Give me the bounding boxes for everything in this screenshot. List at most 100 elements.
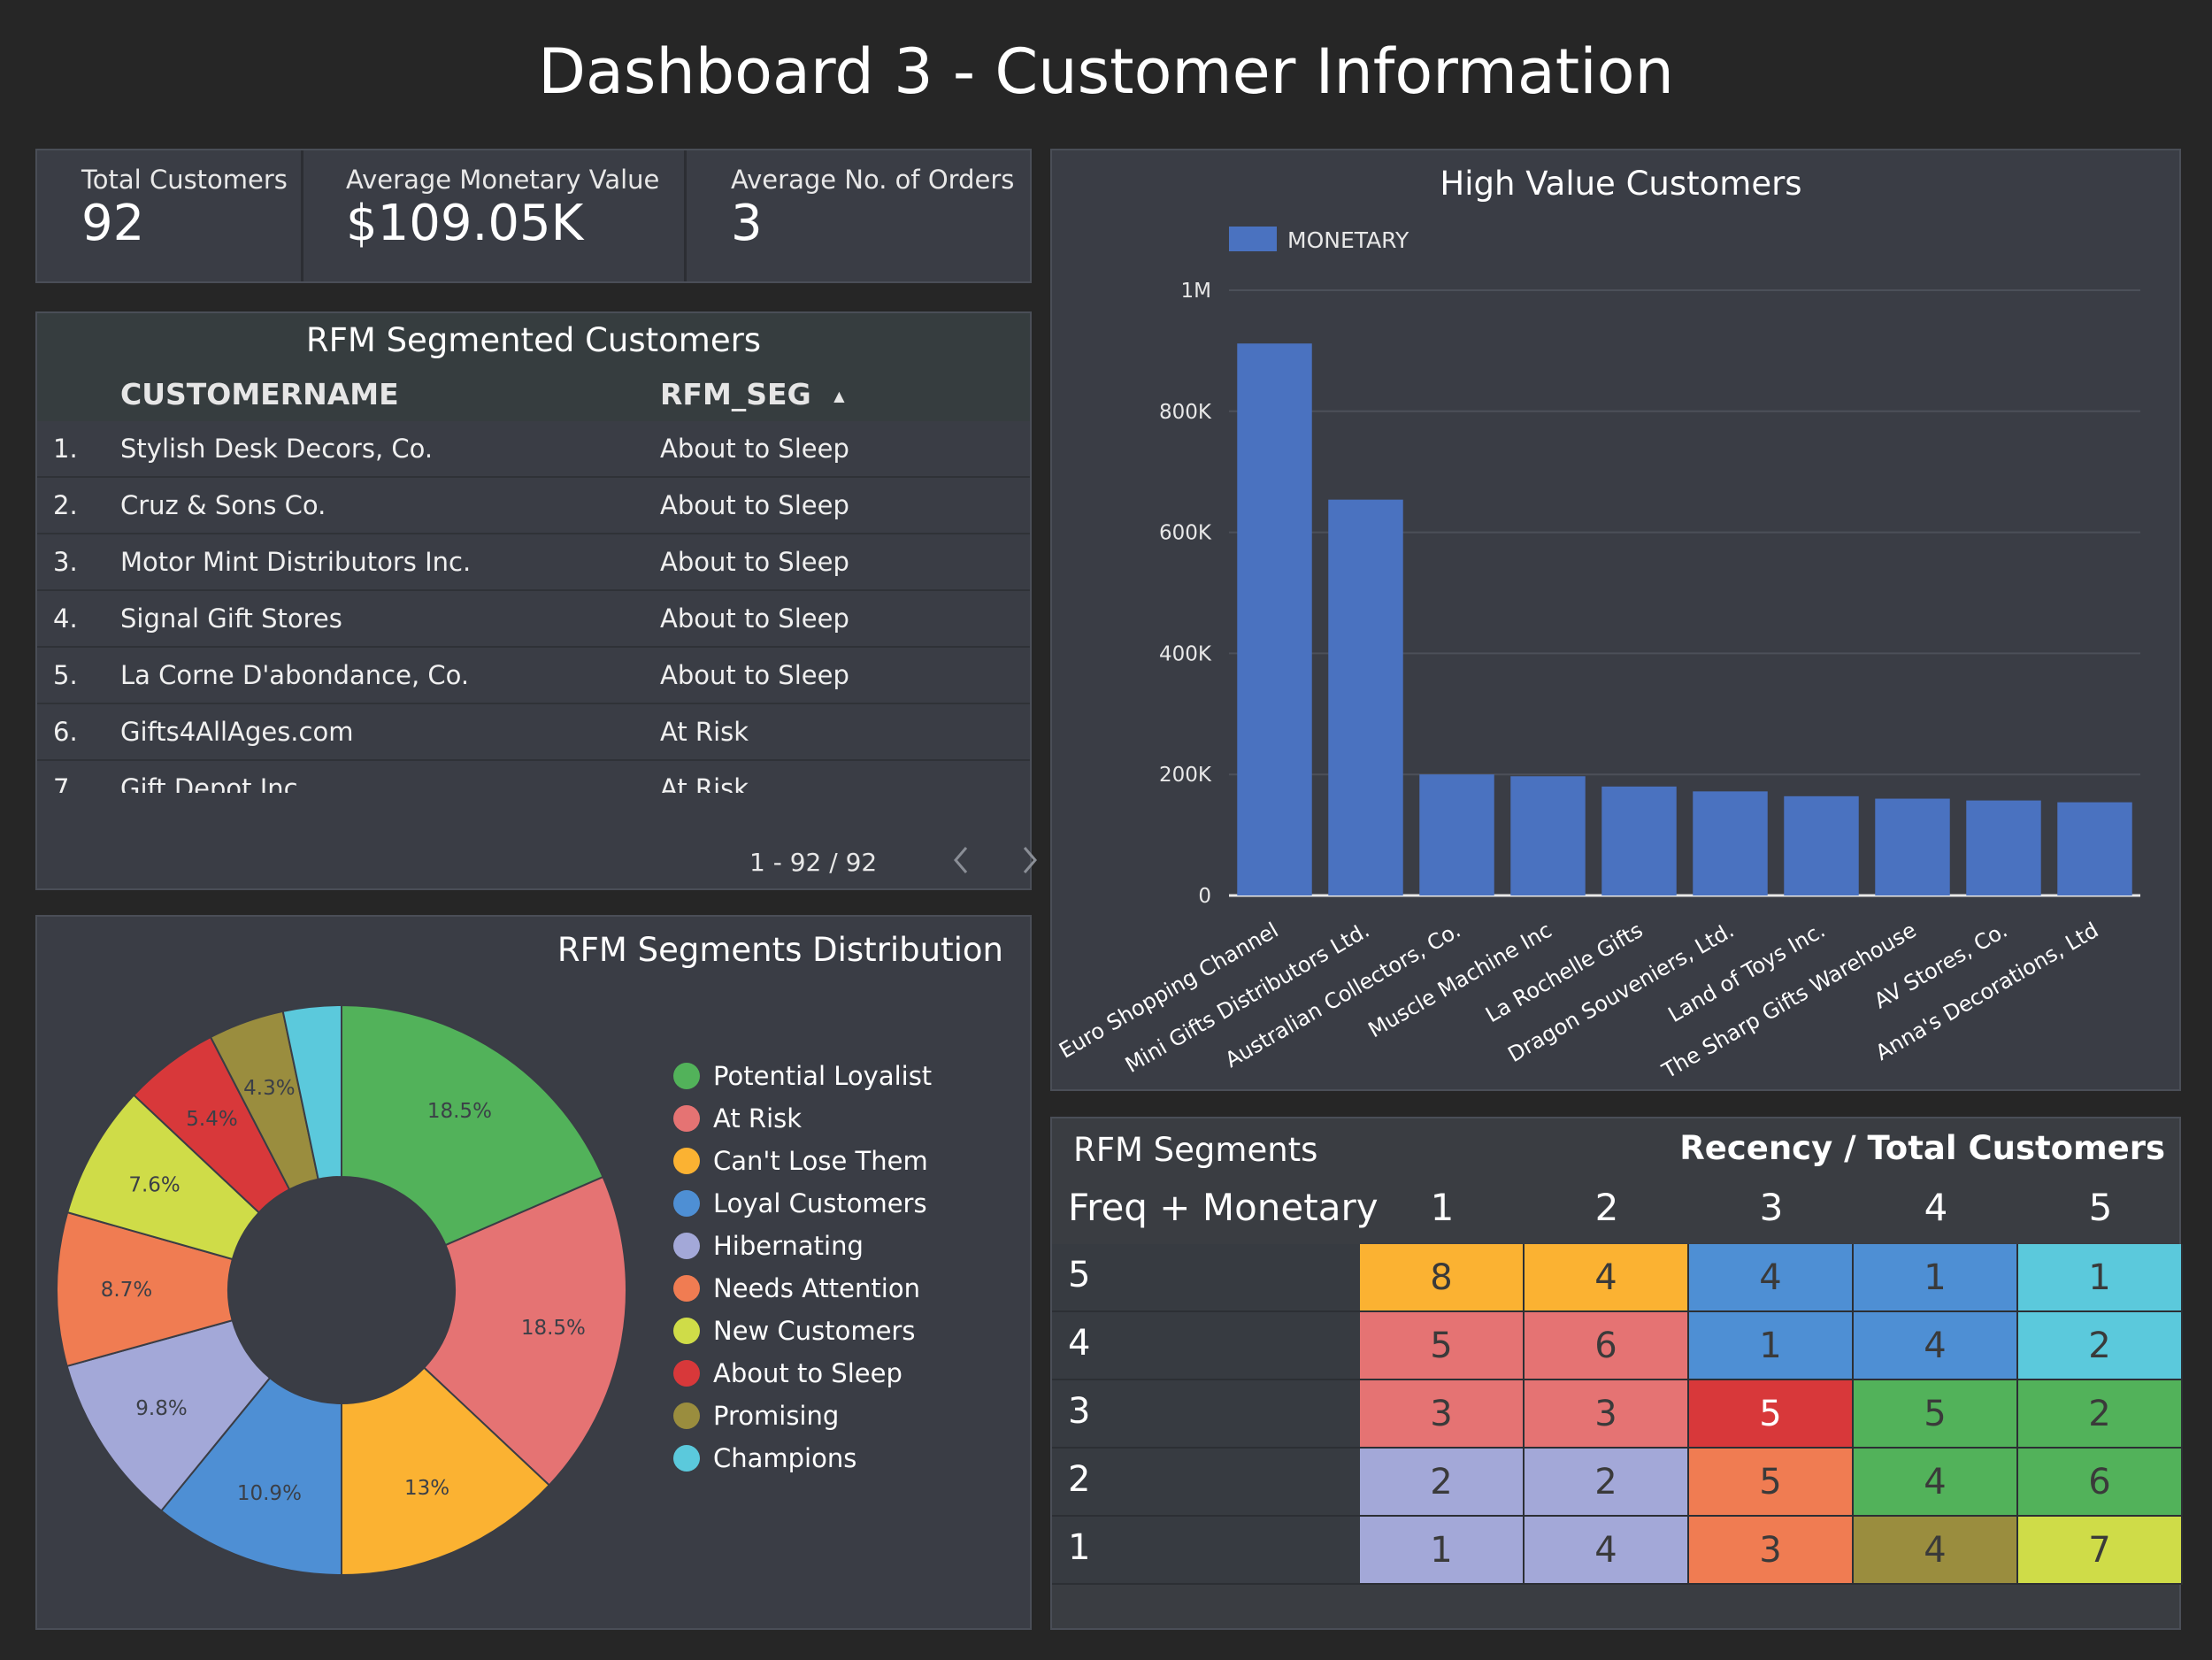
heatmap-cell[interactable]: 3: [1360, 1380, 1525, 1449]
bar[interactable]: [2057, 802, 2132, 895]
legend-swatch: [673, 1233, 700, 1259]
legend-label[interactable]: Can't Lose Them: [713, 1146, 928, 1176]
heatmap-cell[interactable]: 5: [1360, 1312, 1525, 1380]
row-index: 7.: [53, 773, 78, 793]
heatmap-column-label: 3: [1759, 1186, 1784, 1229]
slice-label: 13%: [404, 1477, 449, 1500]
slice-label: 4.3%: [243, 1077, 295, 1100]
legend-label[interactable]: Hibernating: [713, 1231, 864, 1261]
chevron-left-icon[interactable]: [949, 844, 975, 876]
page-title: Dashboard 3 - Customer Information: [538, 35, 1674, 108]
heatmap-cell[interactable]: 1: [1689, 1312, 1854, 1380]
bar[interactable]: [1966, 800, 2041, 895]
table-row[interactable]: 1. Stylish Desk Decors, Co. About to Sle…: [37, 421, 1030, 478]
heatmap-row-band: [1052, 1380, 1360, 1449]
kpi-label: Average Monetary Value: [346, 165, 660, 195]
table-row[interactable]: 3. Motor Mint Distributors Inc. About to…: [37, 534, 1030, 591]
chart-title: RFM Segments Distribution: [557, 931, 1003, 969]
rfm-segment: About to Sleep: [660, 660, 849, 690]
heatmap-cell[interactable]: 3: [1689, 1517, 1854, 1585]
heatmap-row-band: [1052, 1244, 1360, 1312]
heatmap-row-label: 1: [1068, 1527, 1091, 1568]
table-row[interactable]: 7. Gift Depot Inc. At Risk: [37, 761, 1030, 793]
chevron-right-icon[interactable]: [1018, 844, 1044, 876]
heatmap-cell[interactable]: 4: [1525, 1244, 1689, 1312]
rfm-segment: About to Sleep: [660, 547, 849, 577]
heatmap-cell[interactable]: 5: [1854, 1380, 2018, 1449]
row-index: 1.: [53, 434, 78, 464]
heatmap-cell[interactable]: 1: [2018, 1244, 2183, 1312]
heatmap-cell[interactable]: 6: [2018, 1449, 2183, 1517]
column-header-rfm-seg[interactable]: RFM_SEG ▲: [660, 368, 845, 423]
legend-label[interactable]: MONETARY: [1287, 227, 1409, 253]
legend-swatch: [673, 1360, 700, 1387]
heatmap-cell[interactable]: 8: [1360, 1244, 1525, 1312]
pagination-label: 1 - 92 / 92: [749, 848, 878, 877]
heatmap-column-label: 2: [1594, 1186, 1619, 1229]
heatmap-row-band: [1052, 1517, 1360, 1585]
heatmap-cell[interactable]: 4: [1689, 1244, 1854, 1312]
legend-label[interactable]: About to Sleep: [713, 1358, 902, 1388]
legend-label[interactable]: Loyal Customers: [713, 1188, 927, 1218]
legend-label[interactable]: Potential Loyalist: [713, 1061, 932, 1091]
legend-swatch: [673, 1148, 700, 1174]
slice-label: 9.8%: [135, 1397, 187, 1420]
customer-name: La Corne D'abondance, Co.: [120, 660, 470, 690]
bar[interactable]: [1693, 791, 1768, 895]
heatmap-cell[interactable]: 2: [1525, 1449, 1689, 1517]
legend-swatch: [673, 1403, 700, 1429]
legend-swatch: [673, 1105, 700, 1132]
rfm-segments-panel: RFM Segments Recency / Total Customers F…: [1050, 1117, 2183, 1630]
legend-label[interactable]: Champions: [713, 1443, 856, 1473]
bar[interactable]: [1328, 499, 1403, 895]
heatmap-cell[interactable]: 7: [2018, 1517, 2183, 1585]
bar[interactable]: [1875, 798, 1950, 895]
heatmap-column-label: 4: [1924, 1186, 1948, 1229]
column-header-label: RFM_SEG: [660, 377, 811, 411]
bar[interactable]: [1784, 795, 1859, 895]
bar[interactable]: [1601, 786, 1677, 895]
y-tick-label: 600K: [1159, 522, 1212, 545]
customer-name: Motor Mint Distributors Inc.: [120, 547, 472, 577]
heatmap-cell[interactable]: 4: [1854, 1517, 2018, 1585]
row-index: 3.: [53, 547, 78, 577]
customer-name: Gift Depot Inc.: [120, 773, 306, 793]
bar[interactable]: [1510, 776, 1586, 895]
heatmap-cell[interactable]: 4: [1525, 1517, 1689, 1585]
customer-name: Cruz & Sons Co.: [120, 490, 326, 520]
column-header-customername[interactable]: CUSTOMERNAME: [120, 368, 399, 421]
heatmap-cell[interactable]: 2: [1360, 1449, 1525, 1517]
slice-label: 8.7%: [101, 1279, 152, 1302]
heatmap-cell[interactable]: 3: [1525, 1380, 1689, 1449]
heatmap-cell[interactable]: 6: [1525, 1312, 1689, 1380]
table-row[interactable]: 2. Cruz & Sons Co. About to Sleep: [37, 478, 1030, 534]
heatmap-cell[interactable]: 5: [1689, 1380, 1854, 1449]
rfm-segment: About to Sleep: [660, 603, 849, 634]
heatmap-cell[interactable]: 1: [1360, 1517, 1525, 1585]
table-row[interactable]: 6. Gifts4AllAges.com At Risk: [37, 704, 1030, 761]
legend-label[interactable]: New Customers: [713, 1316, 915, 1346]
heatmap-column-label: 1: [1430, 1186, 1455, 1229]
bar[interactable]: [1419, 774, 1494, 895]
heatmap-cell[interactable]: 4: [1854, 1312, 2018, 1380]
rfm-distribution-chart: RFM Segments Distribution 18.5% 18.5% 13% 10…: [56, 931, 1003, 1577]
y-tick-label: 1M: [1181, 280, 1211, 303]
legend-label[interactable]: At Risk: [713, 1103, 802, 1134]
heatmap-cell[interactable]: 1: [1854, 1244, 2018, 1312]
table-row[interactable]: 4. Signal Gift Stores About to Sleep: [37, 591, 1030, 648]
legend-label[interactable]: Needs Attention: [713, 1273, 920, 1303]
heatmap-row-label: 3: [1068, 1391, 1091, 1432]
heatmap-row-band: [1052, 1449, 1360, 1517]
kpi-value: 92: [81, 195, 145, 252]
heatmap-cell[interactable]: 2: [2018, 1380, 2183, 1449]
legend-label[interactable]: Promising: [713, 1401, 839, 1431]
heatmap-cell[interactable]: 5: [1689, 1449, 1854, 1517]
heatmap-cell[interactable]: 4: [1854, 1449, 2018, 1517]
bar[interactable]: [1237, 343, 1312, 895]
kpi-panel: Total Customers 92 Average Monetary Valu…: [35, 149, 1032, 283]
legend-swatch: [673, 1190, 700, 1217]
heatmap-cell[interactable]: 2: [2018, 1312, 2183, 1380]
customer-name: Stylish Desk Decors, Co.: [120, 434, 434, 464]
customer-name: Signal Gift Stores: [120, 603, 342, 634]
table-row[interactable]: 5. La Corne D'abondance, Co. About to Sl…: [37, 648, 1030, 704]
